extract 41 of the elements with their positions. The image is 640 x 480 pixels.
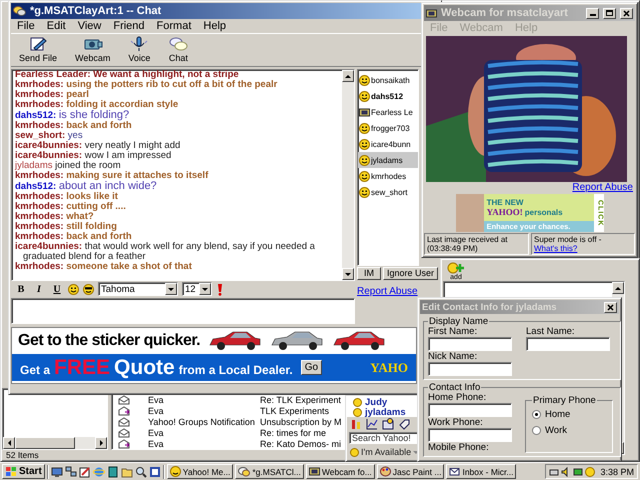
field-label: Last Name: bbox=[526, 327, 576, 337]
chat-message: kmrhodes: back and forth bbox=[15, 121, 133, 131]
window-title: *g.MSATClayArt:1 -- Chat bbox=[30, 5, 162, 17]
ad-text: personals bbox=[524, 208, 563, 217]
chat-message: kmrhodes: using the potters rib to cut off a bit of the pealr bbox=[15, 80, 278, 90]
group-label: Contact Info bbox=[428, 382, 482, 393]
clock: 3:38 PM bbox=[600, 466, 634, 476]
field-label: Home Phone: bbox=[428, 393, 488, 403]
chat-message: kmrhodes: someone take a shot of that bbox=[15, 262, 193, 272]
status-text: 52 Items bbox=[6, 451, 39, 460]
field-label: Work Phone: bbox=[428, 418, 484, 428]
status-text: Super mode is off - bbox=[534, 235, 602, 244]
chat-message: dahs512: is she folding? bbox=[15, 110, 130, 121]
ad-tagline: Get a FREE Quote from a Local Dealer. bbox=[20, 356, 293, 380]
window-title: Webcam for msatclayart bbox=[441, 7, 569, 19]
chat-message: kmrhodes: making sure it attaches to itself bbox=[15, 171, 210, 181]
ad-logo: YAHO bbox=[370, 360, 408, 376]
field-label: First Name: bbox=[428, 327, 478, 337]
chat-message: kmrhodes: back and forth bbox=[15, 232, 133, 242]
group-label: Display Name bbox=[428, 316, 490, 327]
group-label: Primary Phone bbox=[532, 395, 597, 406]
chat-message: icare4bunnies: wow I am impressed bbox=[15, 151, 172, 161]
field-label: Mobile Phone: bbox=[428, 443, 490, 453]
chat-message: kmrhodes: still folding bbox=[15, 222, 118, 232]
ad-logo: YAHOO! bbox=[486, 207, 523, 217]
field-label: Nick Name: bbox=[428, 352, 478, 362]
chat-message: kmrhodes: looks like it bbox=[15, 192, 119, 202]
chat-message: dahs512: about an inch wide? bbox=[15, 181, 158, 192]
ad-text: THE NEW bbox=[486, 198, 524, 207]
chat-message: icare4bunnies: that would work well for any blend, say if you needed a graduated blend for a feather bbox=[15, 242, 316, 262]
chat-message: kmrhodes: cutting off .... bbox=[15, 202, 127, 212]
chat-message: sew_short: yes bbox=[15, 131, 84, 141]
status-text: Last image received at (03:38:49 PM) bbox=[424, 233, 529, 255]
chat-event: jyladams joined the room bbox=[15, 161, 122, 171]
chat-message: kmrhodes: pearl bbox=[15, 90, 90, 100]
chat-message: kmrhodes: what? bbox=[15, 212, 95, 222]
chat-message: kmrhodes: folding it accordian style bbox=[15, 100, 180, 110]
dialog-title: Edit Contact Info for jyladams bbox=[422, 302, 558, 312]
chat-message: Fearless Leader: We want a highlight, not a stripe bbox=[15, 70, 240, 80]
chat-message: icare4bunnies: very neatly I might add bbox=[15, 141, 182, 151]
ad-headline: Get to the sticker quicker. bbox=[18, 332, 200, 350]
